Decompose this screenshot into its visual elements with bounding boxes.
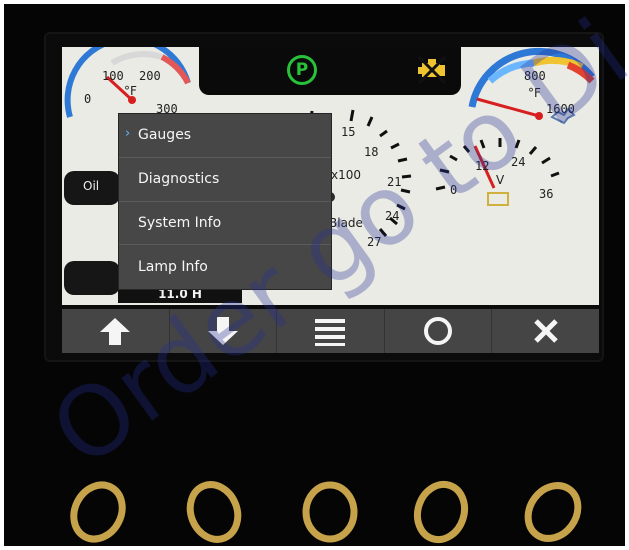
nav-down-button[interactable] — [170, 309, 278, 353]
close-icon — [533, 319, 558, 343]
lower-tab[interactable] — [64, 261, 120, 295]
voltage-gauge-tick: 0 — [450, 183, 458, 197]
physical-button-3[interactable] — [297, 478, 363, 546]
oil-tab[interactable]: Oil — [64, 171, 120, 205]
menu-icon — [315, 319, 346, 346]
menu-item-diagnostics[interactable]: Diagnostics — [119, 158, 331, 202]
popup-menu: › Gauges Diagnostics System Info Lamp In… — [119, 114, 331, 289]
display-screen: P 0 100 200 300 °F 800 1600 °F 15 18 21 … — [62, 47, 599, 305]
photo-frame: P 0 100 200 300 °F 800 1600 °F 15 18 21 … — [4, 4, 625, 546]
oil-tab-label: Oil — [83, 179, 100, 193]
down-arrow-icon — [207, 317, 238, 345]
up-arrow-icon — [100, 318, 131, 345]
nav-menu-button[interactable] — [277, 309, 385, 353]
voltage-gauge-tick: 12 — [475, 159, 490, 173]
physical-button-4[interactable] — [408, 478, 474, 546]
menu-item-label: System Info — [138, 214, 222, 231]
menu-item-system-info[interactable]: System Info — [119, 202, 331, 246]
circle-icon — [424, 317, 453, 345]
voltage-gauge-tick: 36 — [539, 187, 554, 201]
physical-button-1[interactable] — [65, 478, 131, 546]
voltage-gauge-tick: 24 — [511, 155, 526, 169]
nav-select-button[interactable] — [385, 309, 493, 353]
menu-item-gauges[interactable]: › Gauges — [119, 114, 331, 158]
menu-item-label: Lamp Info — [138, 259, 208, 276]
selected-caret-icon: › — [125, 126, 131, 141]
physical-button-5[interactable] — [520, 478, 586, 546]
menu-item-lamp-info[interactable]: Lamp Info — [119, 245, 331, 289]
menu-item-label: Diagnostics — [138, 171, 220, 188]
menu-item-label: Gauges — [138, 127, 192, 144]
voltage-gauge-unit: V — [496, 173, 505, 187]
bottom-nav-bar — [62, 309, 599, 353]
nav-close-button[interactable] — [492, 309, 599, 353]
physical-button-2[interactable] — [181, 478, 247, 546]
nav-up-button[interactable] — [62, 309, 170, 353]
